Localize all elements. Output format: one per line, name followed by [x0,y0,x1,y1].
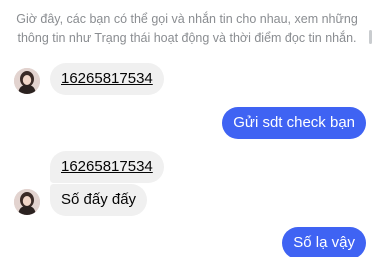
message-bubble-incoming[interactable]: 16265817534 [50,151,164,183]
phone-number-link[interactable]: 16265817534 [61,158,153,175]
message-text: Số đấy đấy [61,191,137,208]
message-bubble-outgoing[interactable]: Số lạ vậy [282,227,366,257]
message-bubble-incoming[interactable]: 16265817534 [50,63,164,95]
message-text: Gửi sdt check bạn [233,114,355,131]
message-text: Số lạ vậy [293,234,355,251]
avatar-photo-icon [14,68,40,94]
avatar-photo-icon [14,189,40,215]
scrollbar-thumb[interactable] [369,30,372,44]
chat-thread: Giờ đây, các bạn có thể gọi và nhắn tin … [0,0,374,257]
notice-line-2: thông tin như Trạng thái hoạt động và th… [17,31,357,45]
message-bubble-incoming[interactable]: Số đấy đấy [50,184,148,216]
message-bubble-outgoing[interactable]: Gửi sdt check bạn [222,107,366,139]
contact-avatar[interactable] [14,189,40,215]
chat-start-notice: Giờ đây, các bạn có thể gọi và nhắn tin … [0,10,374,48]
phone-number-link[interactable]: 16265817534 [61,70,153,87]
notice-line-1: Giờ đây, các bạn có thể gọi và nhắn tin … [16,12,358,26]
contact-avatar[interactable] [14,68,40,94]
